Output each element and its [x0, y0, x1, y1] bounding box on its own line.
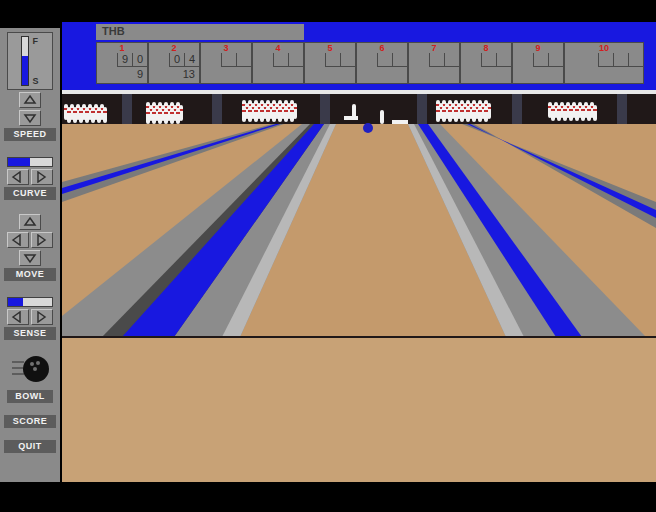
arrow-left-icon: [11, 171, 25, 183]
bowl-button[interactable]: BOWL: [7, 352, 53, 403]
roll-box: [221, 53, 236, 67]
speed-min-label: S: [32, 76, 38, 86]
roll-box: [377, 53, 392, 67]
roll-box: [429, 53, 444, 67]
frame-number: 8: [461, 43, 511, 53]
roll-box: [325, 53, 340, 67]
move-down-button[interactable]: [19, 250, 41, 266]
sense-bar-fill: [8, 298, 23, 306]
frame-number: 7: [409, 43, 459, 53]
sense-label: SENSE: [4, 327, 56, 340]
pin-cluster: [436, 100, 491, 122]
roll-box: [496, 53, 511, 67]
pin-cluster: [64, 104, 107, 123]
arrow-left-icon: [11, 234, 25, 246]
roll-box: [288, 53, 303, 67]
roll-box: 0: [132, 53, 147, 67]
roll-box: [444, 53, 459, 67]
menu-button-label: QUIT: [4, 440, 56, 453]
roll-box: [273, 53, 288, 67]
curve-label: CURVE: [4, 187, 56, 200]
roll-box: [533, 53, 548, 67]
roll-box: [481, 53, 496, 67]
sense-bar[interactable]: [7, 297, 53, 307]
frame: 6: [356, 42, 408, 84]
pin-cluster: [548, 102, 597, 121]
frame: 5: [304, 42, 356, 84]
roll-box: [613, 53, 628, 67]
roll-box: [340, 53, 355, 67]
frame-number: 3: [201, 43, 251, 53]
bowling-ball: [363, 123, 373, 133]
arrow-up-icon: [23, 216, 37, 228]
frame-number: 1: [97, 43, 147, 53]
arrow-left-icon: [11, 311, 25, 323]
roll-box: [628, 53, 643, 67]
pin-cluster: [146, 102, 183, 124]
scorecard: THB190920413345678910: [62, 22, 656, 90]
roll-box: 4: [184, 53, 199, 67]
arrow-up-icon: [23, 94, 37, 106]
frame: 9: [512, 42, 564, 84]
remaining-pins: [344, 104, 408, 124]
roll-box: [548, 53, 563, 67]
roll-box: 9: [117, 53, 132, 67]
move-label: MOVE: [4, 268, 56, 281]
speed-up-button[interactable]: [19, 92, 41, 108]
frame: 3: [200, 42, 252, 84]
frame-number: 4: [253, 43, 303, 53]
pin-cluster: [242, 100, 297, 122]
frame-number: 10: [565, 43, 643, 53]
frame-number: 5: [305, 43, 355, 53]
frames-row: 190920413345678910: [96, 42, 656, 84]
frame: 4: [252, 42, 304, 84]
frame: 1909: [96, 42, 148, 84]
frame-total: 9: [97, 67, 147, 81]
move-right-button[interactable]: [31, 232, 53, 248]
move-up-button[interactable]: [19, 214, 41, 230]
frame-number: 6: [357, 43, 407, 53]
speed-down-button[interactable]: [19, 110, 41, 126]
arrow-down-icon: [23, 112, 37, 124]
speed-fill: [22, 56, 28, 85]
curve-left-button[interactable]: [7, 169, 29, 185]
move-left-button[interactable]: [7, 232, 29, 248]
bowling-ball-icon: [10, 352, 50, 386]
menu-button-label: SCORE: [4, 415, 56, 428]
sense-left-button[interactable]: [7, 309, 29, 325]
frame: 10: [564, 42, 644, 84]
arrow-down-icon: [23, 252, 37, 264]
menu-button[interactable]: SCORE: [4, 415, 56, 428]
arrow-right-icon: [35, 171, 49, 183]
arrow-right-icon: [35, 234, 49, 246]
frame: 7: [408, 42, 460, 84]
roll-box: [392, 53, 407, 67]
roll-box: [236, 53, 251, 67]
speed-gauge: FS: [7, 32, 53, 90]
frame-number: 2: [149, 43, 199, 53]
menu-button[interactable]: QUIT: [4, 440, 56, 453]
frame-total: 13: [149, 67, 199, 81]
frame: 8: [460, 42, 512, 84]
player-name: THB: [96, 24, 304, 40]
frame: 20413: [148, 42, 200, 84]
frame-number: 9: [513, 43, 563, 53]
curve-right-button[interactable]: [31, 169, 53, 185]
curve-slider-fill: [8, 158, 30, 166]
curve-slider[interactable]: [7, 157, 53, 167]
bowl-label: BOWL: [7, 390, 53, 403]
speed-label: SPEED: [4, 128, 56, 141]
roll-box: 0: [169, 53, 184, 67]
sense-right-button[interactable]: [31, 309, 53, 325]
arrow-right-icon: [35, 311, 49, 323]
lane-scene: [62, 90, 656, 482]
roll-box: [598, 53, 613, 67]
speed-max-label: F: [32, 36, 38, 46]
game-screen: FSSPEEDCURVEMOVESENSEBOWLSCOREQUITTHB190…: [0, 0, 656, 512]
control-panel: FSSPEEDCURVEMOVESENSEBOWLSCOREQUIT: [0, 28, 60, 482]
